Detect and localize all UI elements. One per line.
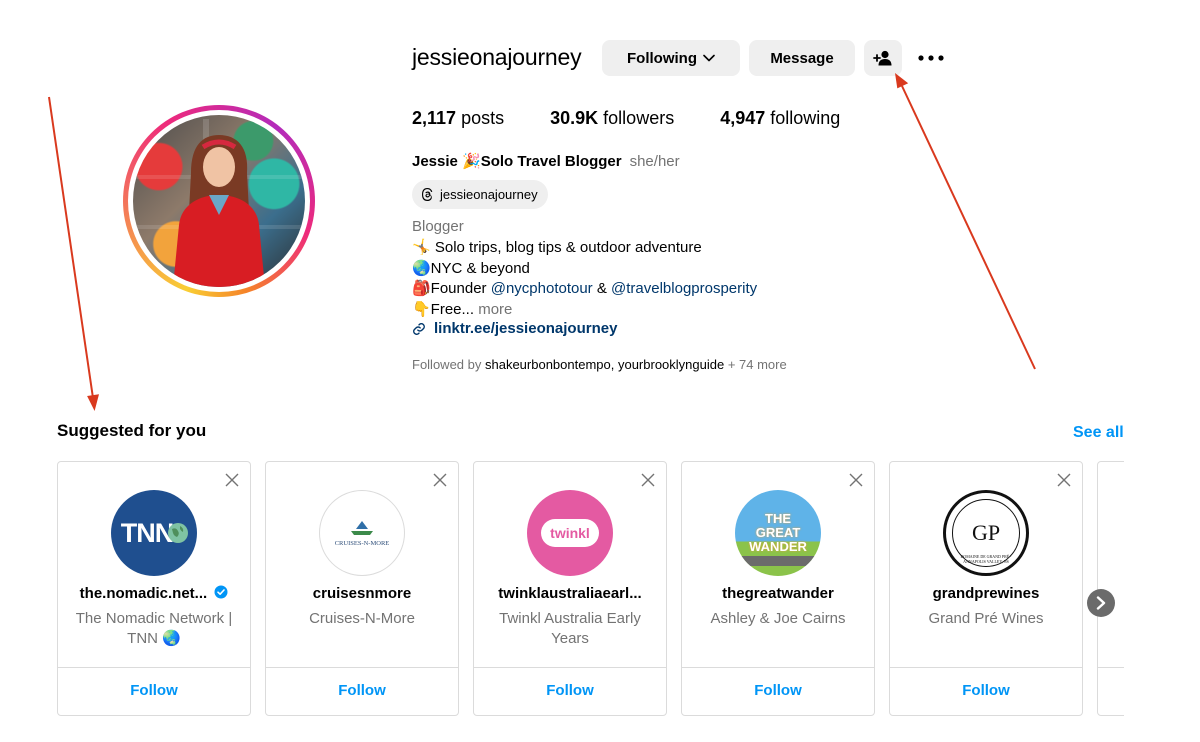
bio-line-2: 🌏NYC & beyond	[412, 260, 530, 277]
grandprewines-logo[interactable]: GP DOMAINE DE GRAND PRÉ · ANNAPOLIS VALL…	[943, 490, 1029, 576]
tnn-logo[interactable]: TNN	[111, 490, 197, 576]
profile-username: jessieonajourney	[412, 44, 582, 70]
suggested-card[interactable]: TNN the.nomadic.net... The Nomadic Netwo…	[57, 461, 251, 716]
suggested-card[interactable]: twinkl twinklaustraliaearl... Twinkl Aus…	[473, 461, 667, 716]
close-icon[interactable]	[848, 472, 864, 488]
divider	[1098, 667, 1124, 668]
message-button[interactable]: Message	[749, 40, 855, 76]
annotation-arrow-left	[48, 96, 99, 411]
carousel-next-button[interactable]	[1087, 589, 1115, 617]
suggested-card[interactable]: CRUISES-N-MORE cruisesnmore Cruises-N-Mo…	[265, 461, 459, 716]
following-stat[interactable]: 4,947 following	[720, 108, 840, 129]
mention-travelblogprosperity[interactable]: @travelblogprosperity	[611, 280, 757, 297]
threads-badge[interactable]: jessieonajourney	[412, 180, 548, 209]
avatar-photo	[133, 115, 305, 287]
follow-button[interactable]: Follow	[58, 682, 250, 699]
threads-icon	[422, 188, 433, 201]
bio-line-3: 🎒Founder @nycphototour & @travelblogpros…	[412, 280, 758, 297]
bio-line-1: 🤸 Solo trips, blog tips & outdoor advent…	[412, 239, 702, 256]
following-button-label: Following	[627, 49, 697, 67]
suggested-card[interactable]: GP DOMAINE DE GRAND PRÉ · ANNAPOLIS VALL…	[889, 461, 1083, 716]
chevron-right-icon	[1096, 596, 1106, 610]
follow-button[interactable]: Follow	[682, 682, 874, 699]
thegreatwander-logo[interactable]: THE GREAT WANDER	[735, 490, 821, 576]
annotation-arrow-right	[895, 73, 1036, 370]
profile-link[interactable]: linktr.ee/jessieonajourney	[412, 320, 617, 337]
suggested-card[interactable]: THE GREAT WANDER thegreatwander Ashley &…	[681, 461, 875, 716]
divider	[682, 667, 874, 668]
suggested-name: The Nomadic Network | TNN 🌏	[75, 610, 233, 647]
chevron-down-icon	[703, 54, 715, 62]
profile-link-text: linktr.ee/jessieonajourney	[434, 320, 618, 337]
avatar[interactable]	[123, 105, 315, 297]
suggested-name: Grand Pré Wines	[928, 610, 1044, 627]
verified-badge-icon	[214, 585, 228, 599]
profile-category: Blogger	[412, 218, 464, 235]
followers-stat[interactable]: 30.9K followers	[550, 108, 674, 129]
follow-button[interactable]: Follow	[890, 682, 1082, 699]
pronouns: she/her	[629, 153, 680, 170]
mention-nycphototour[interactable]: @nycphototour	[491, 280, 593, 297]
close-icon[interactable]	[1056, 472, 1072, 488]
suggested-title: Suggested for you	[57, 421, 207, 440]
add-user-icon	[873, 50, 892, 66]
profile-full-name: Jessie 🎉Solo Travel Blogger she/her	[412, 153, 680, 170]
divider	[266, 667, 458, 668]
follow-button[interactable]: Follow	[474, 682, 666, 699]
suggested-handle[interactable]: twinklaustraliaearl...	[482, 585, 658, 602]
message-button-label: Message	[770, 49, 834, 67]
bio-more-link[interactable]: more	[478, 301, 512, 318]
suggested-users-button[interactable]	[864, 40, 902, 76]
suggested-name: Cruises-N-More	[309, 610, 415, 627]
bio-line-4: 👇Free... more	[412, 301, 513, 318]
close-icon[interactable]	[432, 472, 448, 488]
see-all-link[interactable]: See all	[1073, 424, 1124, 442]
profile-stats: 2,117 posts 30.9K followers 4,947 follow…	[412, 108, 886, 129]
posts-stat: 2,117 posts	[412, 108, 505, 128]
close-icon[interactable]	[224, 472, 240, 488]
suggested-handle[interactable]: grandprewines	[898, 585, 1074, 602]
divider	[474, 667, 666, 668]
link-icon	[413, 322, 425, 335]
close-icon[interactable]	[640, 472, 656, 488]
cruisesnmore-logo[interactable]: CRUISES-N-MORE	[319, 490, 405, 576]
suggested-handle[interactable]: thegreatwander	[690, 585, 866, 602]
following-button[interactable]: Following	[602, 40, 740, 76]
grandprewines-ring-text: DOMAINE DE GRAND PRÉ · ANNAPOLIS VALLEY,…	[960, 554, 1012, 564]
follow-button[interactable]: Follow	[266, 682, 458, 699]
suggested-handle[interactable]: the.nomadic.net...	[66, 585, 242, 602]
suggested-handle[interactable]: cruisesnmore	[274, 585, 450, 602]
divider	[58, 667, 250, 668]
suggested-name: Ashley & Joe Cairns	[710, 610, 846, 627]
threads-handle: jessieonajourney	[440, 187, 538, 202]
suggested-carousel: TNN the.nomadic.net... The Nomadic Netwo…	[57, 461, 1124, 716]
followed-by[interactable]: Followed by shakeurbonbontempo, yourbroo…	[412, 357, 787, 372]
more-options-icon[interactable]	[914, 46, 948, 70]
suggested-name: Twinkl Australia Early Years	[499, 610, 641, 647]
twinkl-logo[interactable]: twinkl	[527, 490, 613, 576]
divider	[890, 667, 1082, 668]
